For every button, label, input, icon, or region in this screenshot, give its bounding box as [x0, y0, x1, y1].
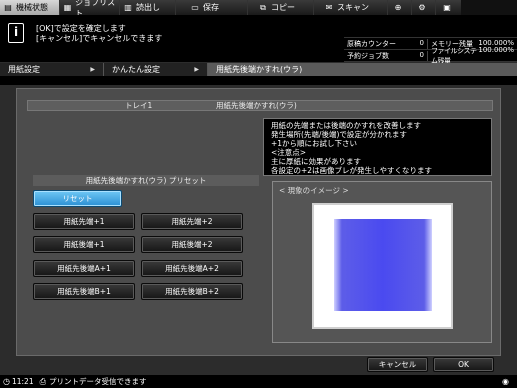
ok-button[interactable]: OK [433, 357, 494, 372]
tab-retrieve[interactable]: ▥ 読出し [120, 0, 176, 15]
scan-icon: ✉ [325, 3, 333, 12]
status-time: 11:21 [11, 377, 34, 386]
paper-illustration [312, 203, 453, 329]
description-line: <注意点> [271, 148, 307, 157]
preset-label: 用紙先後端かすれ(ウラ) プリセット [33, 175, 259, 186]
status-indicator-icon: ◉ [502, 377, 509, 386]
settings-button[interactable]: ⚙ [412, 0, 436, 15]
printer-icon: ⎙ [39, 376, 47, 386]
breadcrumb: 用紙設定 ▶ かんたん設定 ▶ 用紙先後端かすれ(ウラ) [0, 63, 517, 76]
top-tab-bar: ▤ 機械状態 ▦ ジョブリスト ▥ 読出し ▭ 保存 ⧉ コピー ✉ スキャン … [0, 0, 517, 18]
tab-label: 保存 [203, 3, 219, 12]
counter-panel: 原稿カウンター 0 メモリー残量 100.000% 予約ジョブ数 0 ファイルシ… [344, 37, 517, 65]
faded-print-area [334, 219, 432, 311]
tab-label: コピー [271, 3, 295, 12]
tab-machine-status[interactable]: ▤ 機械状態 [0, 0, 60, 15]
message-area: i [OK]で設定を確定します [キャンセル]でキャンセルできます 原稿カウンタ… [0, 15, 517, 65]
status-bar: ◷ 11:21 ⎙ プリントデータ受信できます ◉ [0, 375, 517, 388]
image-title: < 現象のイメージ > [279, 186, 349, 195]
description-line: 発生場所(先端/後端)で設定が分かれます [271, 130, 407, 139]
retrieve-icon: ▥ [124, 3, 132, 12]
trail-edge-plus2-button[interactable]: 用紙後端+2 [141, 236, 243, 253]
tab-label: スキャン [337, 3, 369, 12]
copy-icon: ⧉ [260, 3, 266, 12]
bottom-button-bar: キャンセル OK [0, 356, 517, 374]
lead-edge-plus2-button[interactable]: 用紙先端+2 [141, 213, 243, 230]
description-line: 主に厚紙に効果があります [271, 157, 361, 166]
globe-button[interactable]: ⊕ [388, 0, 412, 15]
settings-icon: ⚙ [418, 3, 426, 12]
user-button[interactable]: ▣ [436, 0, 461, 15]
arrow-right-icon: ▶ [90, 66, 95, 73]
separator-strip [0, 76, 517, 85]
tray-label: トレイ1 [125, 101, 153, 110]
arrow-right-icon: ▶ [194, 66, 199, 73]
panel-title-bar: トレイ1 用紙先後端かすれ(ウラ) [27, 100, 493, 111]
description-line: +1から順にお試し下さい [271, 139, 358, 148]
info-icon: i [8, 23, 24, 43]
lead-edge-plus1-button[interactable]: 用紙先端+1 [33, 213, 135, 230]
reserved-jobs-label: 予約ジョブ数 [347, 51, 389, 60]
both-edges-b-plus1-button[interactable]: 用紙先後端B+1 [33, 283, 135, 300]
tab-copy[interactable]: ⧉ コピー [248, 0, 314, 15]
tab-save[interactable]: ▭ 保存 [176, 0, 248, 15]
tab-label: 機械状態 [16, 3, 48, 12]
screen: ▤ 機械状態 ▦ ジョブリスト ▥ 読出し ▭ 保存 ⧉ コピー ✉ スキャン … [0, 0, 517, 388]
breadcrumb-current: 用紙先後端かすれ(ウラ) [208, 63, 517, 76]
settings-panel: トレイ1 用紙先後端かすれ(ウラ) 用紙の先端または後端のかすれを改善します 発… [16, 88, 501, 356]
message-line-2: [キャンセル]でキャンセルできます [36, 34, 163, 43]
save-icon: ▭ [191, 3, 199, 12]
original-counter-value: 0 [419, 38, 424, 47]
tab-scan[interactable]: ✉ スキャン [314, 0, 388, 15]
user-icon: ▣ [443, 3, 451, 12]
both-edges-a-plus2-button[interactable]: 用紙先後端A+2 [141, 260, 243, 277]
breadcrumb-easy-settings[interactable]: かんたん設定 ▶ [104, 63, 208, 76]
original-counter-label: 原稿カウンター [347, 39, 396, 48]
cancel-button[interactable]: キャンセル [367, 357, 428, 372]
breadcrumb-paper-settings[interactable]: 用紙設定 ▶ [0, 63, 104, 76]
description-line: 各設定の+2は画像ブレが発生しやすくなります [271, 166, 432, 175]
job-list-icon: ▦ [63, 3, 72, 12]
status-message: プリントデータ受信できます [49, 377, 147, 386]
both-edges-a-plus1-button[interactable]: 用紙先後端A+1 [33, 260, 135, 277]
globe-icon: ⊕ [394, 3, 402, 12]
panel-title: 用紙先後端かすれ(ウラ) [216, 101, 297, 110]
description-line: 用紙の先端または後端のかすれを改善します [271, 121, 421, 130]
trail-edge-plus1-button[interactable]: 用紙後端+1 [33, 236, 135, 253]
tab-label: 読出し [136, 3, 160, 12]
machine-status-icon: ▤ [4, 3, 12, 12]
reset-button[interactable]: リセット [33, 190, 122, 207]
phenomenon-image-box: < 現象のイメージ > [272, 181, 492, 343]
clock-icon: ◷ [3, 377, 10, 386]
tab-job-list[interactable]: ▦ ジョブリスト [60, 0, 120, 18]
both-edges-b-plus2-button[interactable]: 用紙先後端B+2 [141, 283, 243, 300]
description-box: 用紙の先端または後端のかすれを改善します 発生場所(先端/後端)で設定が分かれま… [263, 118, 492, 176]
reserved-jobs-value: 0 [419, 50, 424, 59]
